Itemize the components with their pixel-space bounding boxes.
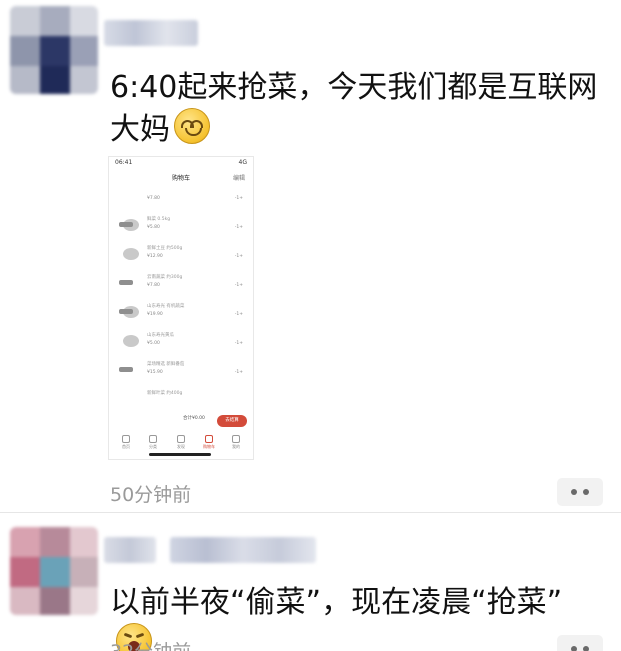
cart-item-price: ¥12.90: [147, 254, 163, 259]
shopping-cart-screenshot[interactable]: 06:41 4G 购物车 编辑 ¥7.80 -1+ 鲜菜 0.5kg ¥5.80: [108, 156, 254, 460]
cart-item-price: ¥19.90: [147, 312, 163, 317]
cart-item-name: 新鲜叶菜 约400g: [147, 391, 183, 396]
cart-item-thumb: [123, 335, 139, 347]
cart-item[interactable]: 新鲜土豆 约500g ¥12.90 -1+: [109, 243, 253, 272]
cart-item-qty[interactable]: -1+: [235, 370, 243, 375]
post-time: 50分钟前: [110, 484, 192, 506]
tab-bar: 首页 分类 发现 购物车 我的: [109, 433, 253, 451]
post-text-content: 以前半夜“偷菜”，现在凌晨“抢菜”: [110, 585, 563, 620]
nickname[interactable]: [104, 537, 156, 563]
category-icon: [149, 435, 157, 443]
home-icon: [122, 435, 130, 443]
cart-item-qty[interactable]: -1+: [235, 283, 243, 288]
cart-item-qty[interactable]: -1+: [235, 312, 243, 317]
cart-item-tag: [119, 280, 133, 285]
profile-icon: [232, 435, 240, 443]
cart-item-price: ¥7.80: [147, 283, 160, 288]
more-dot-icon: [571, 646, 577, 651]
checkout-button[interactable]: 去结算: [217, 415, 247, 427]
cart-item-tag: [119, 309, 133, 314]
cart-item[interactable]: 鲜菜 0.5kg ¥5.80 -1+: [109, 214, 253, 243]
cart-item-name: 山东寿光黄瓜: [147, 333, 174, 338]
cart-item-list: ¥7.80 -1+ 鲜菜 0.5kg ¥5.80 -1+ 新鲜土豆 约500g …: [109, 185, 253, 417]
tab-profile[interactable]: 我的: [225, 435, 247, 450]
feed-post: 6:40起来抢菜，今天我们都是互联网大妈 06:41 4G 购物车 编辑 ¥7.…: [0, 0, 621, 512]
cart-item-qty[interactable]: -1+: [235, 196, 243, 201]
checkout-bar: 合计¥0.00 去结算: [109, 412, 253, 432]
cart-item-thumb: [123, 248, 139, 260]
status-time: 06:41: [115, 159, 133, 166]
cart-item-name: 云南蔬菜 约300g: [147, 275, 183, 280]
smiling-face-emoji-icon: [174, 108, 210, 144]
cart-item[interactable]: ¥7.80 -1+: [109, 185, 253, 214]
nickname[interactable]: [104, 20, 198, 46]
discover-icon: [177, 435, 185, 443]
post-text: 6:40起来抢菜，今天我们都是互联网大妈: [110, 68, 601, 150]
moments-feed: 6:40起来抢菜，今天我们都是互联网大妈 06:41 4G 购物车 编辑 ¥7.…: [0, 0, 621, 651]
tab-home[interactable]: 首页: [115, 435, 137, 450]
cart-item-price: ¥7.80: [147, 196, 160, 201]
tab-discover[interactable]: 发现: [170, 435, 192, 450]
cart-item[interactable]: 云南蔬菜 约300g ¥7.80 -1+: [109, 272, 253, 301]
cart-nav-bar: 购物车 编辑: [109, 171, 253, 183]
nickname-suffix: [170, 537, 316, 563]
cart-total: 合计¥0.00: [183, 416, 205, 421]
cart-item[interactable]: 菜场精选 新鲜番茄 ¥15.90 -1+: [109, 359, 253, 388]
more-dot-icon: [583, 646, 589, 651]
cart-item-name: 山东寿光 有机蔬菜: [147, 304, 185, 309]
cart-item-qty[interactable]: -1+: [235, 341, 243, 346]
cart-item[interactable]: 山东寿光 有机蔬菜 ¥19.90 -1+: [109, 301, 253, 330]
tab-category[interactable]: 分类: [142, 435, 164, 450]
cart-item-qty[interactable]: -1+: [235, 225, 243, 230]
avatar[interactable]: [10, 6, 98, 94]
avatar[interactable]: [10, 527, 98, 615]
cart-item-name: 菜场精选 新鲜番茄: [147, 362, 185, 367]
cart-item-qty[interactable]: -1+: [235, 254, 243, 259]
cart-item-price: ¥5.00: [147, 341, 160, 346]
status-signal: 4G: [238, 159, 247, 166]
more-dot-icon: [571, 489, 577, 495]
cart-item[interactable]: 山东寿光黄瓜 ¥5.00 -1+: [109, 330, 253, 359]
home-indicator: [149, 453, 211, 456]
cart-item-tag: [119, 367, 133, 372]
status-bar: 06:41 4G: [115, 159, 247, 169]
cart-item-price: ¥5.80: [147, 225, 160, 230]
more-options-button[interactable]: [557, 635, 603, 651]
cart-item-tag: [119, 222, 133, 227]
cart-item-name: 鲜菜 0.5kg: [147, 217, 171, 222]
cart-title: 购物车: [171, 175, 190, 182]
cart-icon: [205, 435, 213, 443]
more-options-button[interactable]: [557, 478, 603, 506]
feed-post: 以前半夜“偷菜”，现在凌晨“抢菜” 32分钟前: [0, 512, 621, 651]
post-time: 32分钟前: [110, 637, 191, 651]
cart-item-name: 新鲜土豆 约500g: [147, 246, 183, 251]
more-dot-icon: [583, 489, 589, 495]
cart-edit-button[interactable]: 编辑: [233, 173, 245, 182]
tab-cart[interactable]: 购物车: [198, 435, 220, 450]
cart-item-price: ¥15.90: [147, 370, 163, 375]
